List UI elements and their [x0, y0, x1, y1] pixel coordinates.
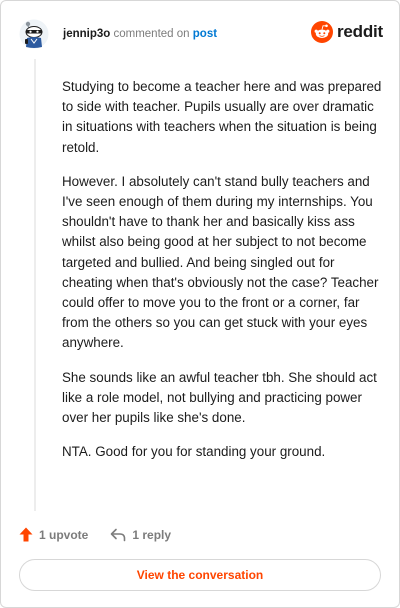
comment-paragraph: NTA. Good for you for standing your grou…	[62, 444, 326, 460]
upvote-button[interactable]: 1 upvote	[19, 527, 88, 542]
reply-arrow-icon	[111, 528, 126, 541]
comment-header: jennip3o commented on post	[63, 27, 217, 41]
username-link[interactable]: jennip3o	[63, 28, 110, 40]
comment-card: jennip3o commented on post reddit Studyi…	[0, 0, 400, 608]
upvote-count: 1 upvote	[39, 527, 89, 542]
comment-footer: 1 upvote 1 reply	[19, 527, 171, 542]
reply-count: 1 reply	[132, 527, 172, 542]
view-conversation-button[interactable]: View the conversation	[19, 559, 381, 591]
post-link[interactable]: post	[193, 28, 217, 40]
action-text: commented on	[113, 28, 190, 40]
upvote-arrow-icon	[19, 527, 33, 542]
comment-paragraph: However. I absolutely can't stand bully …	[62, 173, 379, 351]
comment-paragraph: She sounds like an awful teacher tbh. Sh…	[62, 369, 377, 426]
avatar-icon[interactable]	[19, 19, 49, 49]
comment-body: Studying to become a teacher here and wa…	[62, 77, 382, 476]
reddit-logo-icon	[310, 21, 333, 43]
reddit-brand[interactable]: reddit	[310, 21, 383, 43]
reply-button[interactable]: 1 reply	[110, 528, 171, 542]
thread-line	[34, 59, 36, 511]
comment-paragraph: Studying to become a teacher here and wa…	[62, 79, 382, 155]
brand-wordmark: reddit	[336, 22, 383, 41]
